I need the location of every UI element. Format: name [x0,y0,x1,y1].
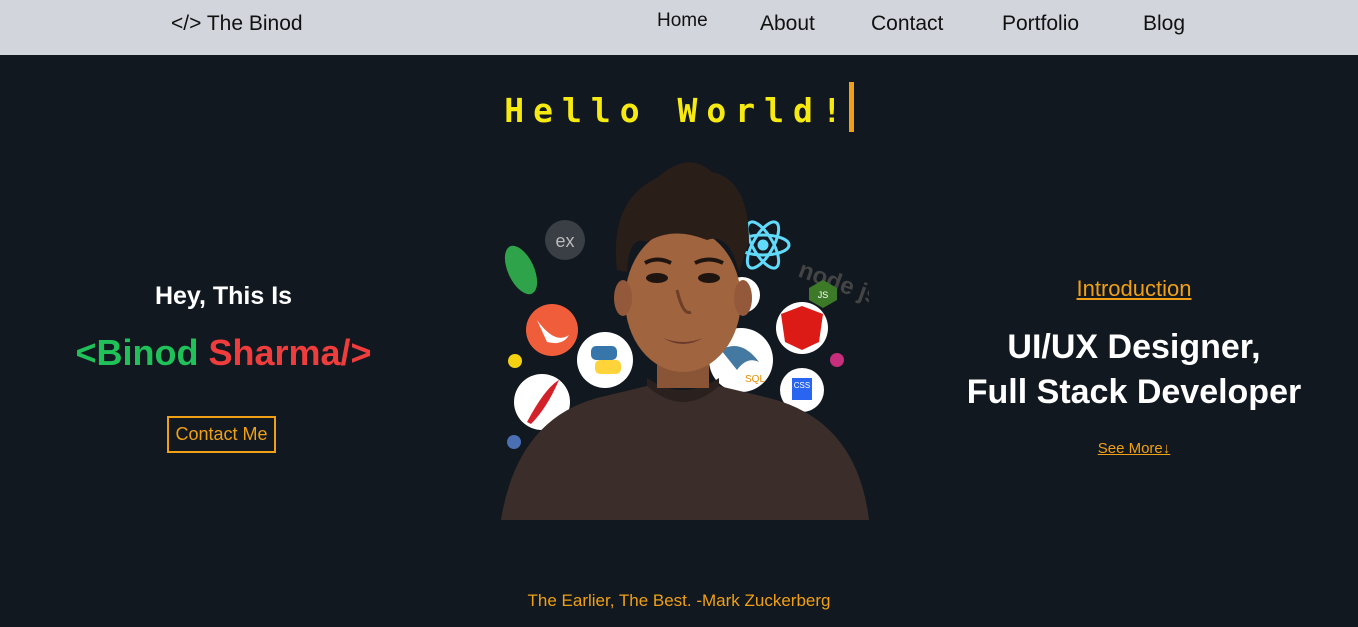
hero-name: <Binod Sharma/> [0,332,447,374]
role-title: UI/UX Designer, Full Stack Developer [910,325,1358,415]
express-label: ex [555,231,574,251]
role-line-1: UI/UX Designer, [1007,328,1261,366]
footer-quote: The Earlier, The Best. -Mark Zuckerberg [527,591,831,610]
dot-blue [507,435,521,449]
css-label: CSS [794,381,810,390]
contact-me-button[interactable]: Contact Me [167,416,276,453]
greeting-text: Hey, This Is [154,282,293,310]
name-first: <Binod [75,332,199,373]
face-shape [625,228,741,372]
profile-portrait-image: ex node js JS SQL CSS [501,162,869,520]
python-blue-shape [591,346,617,360]
swift-icon [526,304,578,356]
nav-home[interactable]: Home [657,10,708,32]
right-ear [734,280,752,316]
mongodb-leaf-icon [504,245,538,295]
brand-logo[interactable]: </> The Binod [171,12,303,36]
nav-blog[interactable]: Blog [1143,12,1185,36]
nav-contact[interactable]: Contact [871,12,943,36]
left-ear [614,280,632,316]
dot-magenta [830,353,844,367]
name-last: Sharma/> [208,332,372,373]
mysql-label: SQL [745,374,765,385]
nav-portfolio[interactable]: Portfolio [1002,12,1079,36]
hello-world-typing: Hello World! [0,82,1358,132]
dot-yellow [508,354,522,368]
top-navbar: </> The Binod Home About Contact Portfol… [0,0,1358,55]
typing-cursor [848,82,854,132]
left-eye [646,273,668,283]
role-line-2: Full Stack Developer [966,373,1302,411]
nav-about[interactable]: About [760,12,815,36]
typing-text: Hello World! [504,91,851,130]
introduction-link[interactable]: Introduction [910,276,1358,302]
see-more-link[interactable]: See More↓ [910,440,1358,457]
python-yellow-shape [595,360,621,374]
right-eye [698,273,720,283]
nodejs-hex-label: JS [818,290,829,300]
